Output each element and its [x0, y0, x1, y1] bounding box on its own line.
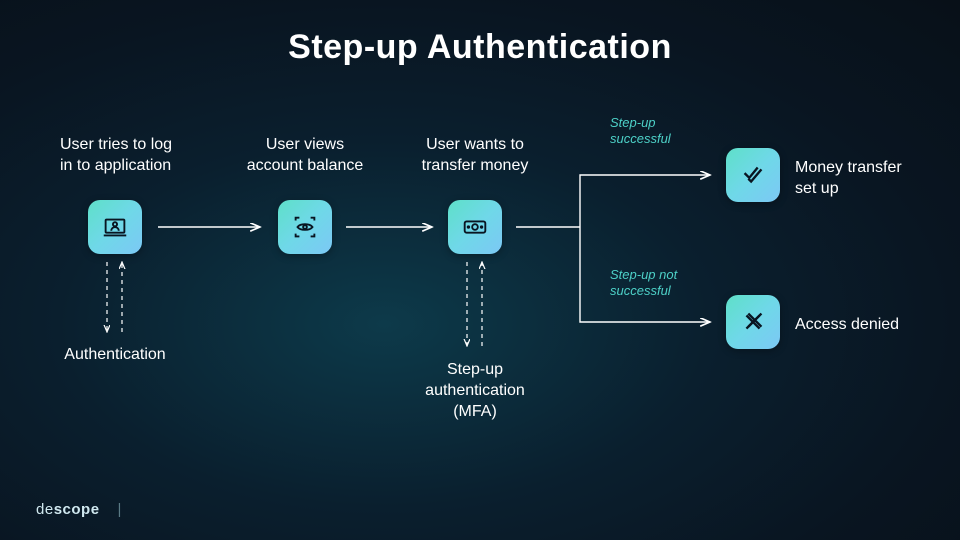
eye-scan-icon: [278, 200, 332, 254]
outcome-fail: Access denied: [795, 315, 899, 336]
node-balance-label: User viewsaccount balance: [230, 135, 380, 177]
branch-fail-label: Step-up notsuccessful: [610, 267, 677, 300]
logo-thin: de: [36, 501, 54, 518]
node-transfer-label: User wants totransfer money: [400, 135, 550, 177]
diagram-title: Step-up Authentication: [0, 28, 960, 67]
laptop-user-icon: [88, 200, 142, 254]
logo-separator: |: [118, 501, 122, 518]
node-login-below: Authentication: [50, 345, 180, 366]
connectors: [0, 0, 960, 540]
brand-logo: descope |: [36, 501, 122, 518]
cross-icon: [726, 295, 780, 349]
check-icon: [726, 148, 780, 202]
node-transfer-below: Step-upauthentication(MFA): [410, 360, 540, 422]
money-icon: [448, 200, 502, 254]
branch-success-label: Step-upsuccessful: [610, 115, 671, 148]
outcome-success: Money transferset up: [795, 158, 902, 200]
node-login-label: User tries to login to application: [60, 135, 210, 177]
logo-bold: scope: [54, 501, 100, 518]
